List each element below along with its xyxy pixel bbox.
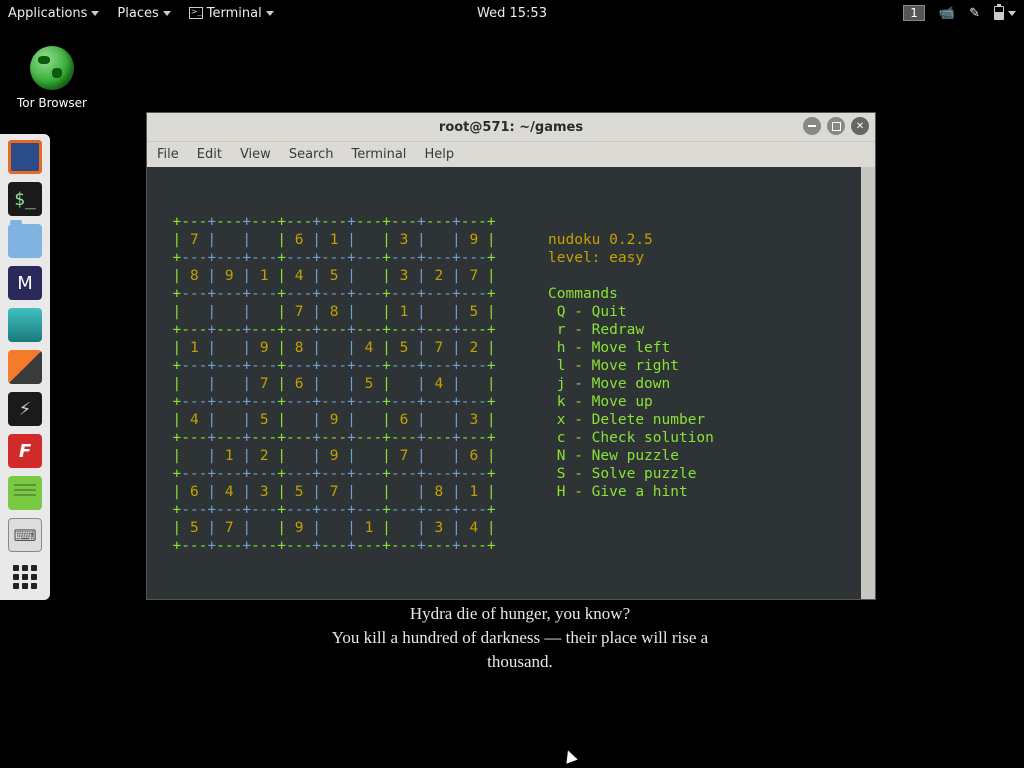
- dock: $_ M ⚡ F: [0, 134, 50, 600]
- clock[interactable]: Wed 15:53: [477, 6, 547, 21]
- clock-text: Wed 15:53: [477, 6, 547, 21]
- chevron-down-icon: [91, 11, 99, 16]
- terminal-output: +---+---+---+---+---+---+---+---+---+ | …: [147, 167, 861, 599]
- subtitle-line-1: Hydra die of hunger, you know?: [310, 602, 730, 626]
- minimize-button[interactable]: [803, 117, 821, 135]
- maximize-button[interactable]: [827, 117, 845, 135]
- menu-file[interactable]: File: [157, 147, 179, 162]
- battery-icon: [994, 6, 1004, 20]
- video-icon[interactable]: 📹: [939, 6, 955, 21]
- terminal-window: root@571: ~/games File Edit View Search …: [146, 112, 876, 600]
- applications-label: Applications: [8, 6, 87, 21]
- chevron-down-icon: [1008, 11, 1016, 16]
- scrollbar[interactable]: [861, 167, 875, 599]
- dock-app-face[interactable]: [8, 308, 42, 342]
- window-title: root@571: ~/games: [439, 120, 583, 135]
- menu-view[interactable]: View: [240, 147, 271, 162]
- workspace-indicator[interactable]: 1: [903, 5, 925, 21]
- grid-icon: [13, 565, 37, 589]
- applications-menu[interactable]: Applications: [8, 6, 99, 21]
- window-titlebar[interactable]: root@571: ~/games: [147, 113, 875, 141]
- tor-browser-icon: [30, 46, 74, 90]
- dock-firefox[interactable]: [8, 140, 42, 174]
- mouse-cursor: [562, 748, 577, 763]
- dock-keyboard[interactable]: [8, 518, 42, 552]
- dock-files[interactable]: [8, 224, 42, 258]
- subtitle-line-2: You kill a hundred of darkness — their p…: [310, 626, 730, 674]
- tor-browser-label: Tor Browser: [14, 96, 90, 110]
- close-button[interactable]: [851, 117, 869, 135]
- dock-terminal[interactable]: $_: [8, 182, 42, 216]
- menu-search[interactable]: Search: [289, 147, 334, 162]
- menu-terminal[interactable]: Terminal: [351, 147, 406, 162]
- places-menu[interactable]: Places: [117, 6, 170, 21]
- battery-menu[interactable]: [994, 6, 1016, 20]
- terminal-body[interactable]: +---+---+---+---+---+---+---+---+---+ | …: [147, 167, 875, 599]
- dock-burpsuite[interactable]: [8, 350, 42, 384]
- subtitle-overlay: Hydra die of hunger, you know? You kill …: [310, 602, 730, 674]
- desktop-icon-tor[interactable]: Tor Browser: [14, 46, 90, 110]
- dock-filezilla[interactable]: F: [8, 434, 42, 468]
- dock-show-apps[interactable]: [8, 560, 42, 594]
- terminal-label: Terminal: [207, 6, 262, 21]
- window-menubar: File Edit View Search Terminal Help: [147, 141, 875, 167]
- chevron-down-icon: [163, 11, 171, 16]
- color-picker-icon[interactable]: ✎: [969, 6, 980, 21]
- dock-notes[interactable]: [8, 476, 42, 510]
- menu-edit[interactable]: Edit: [197, 147, 222, 162]
- terminal-menu[interactable]: Terminal: [189, 6, 274, 21]
- places-label: Places: [117, 6, 158, 21]
- menu-help[interactable]: Help: [424, 147, 454, 162]
- chevron-down-icon: [266, 11, 274, 16]
- terminal-icon: [189, 7, 203, 19]
- dock-app-dark[interactable]: ⚡: [8, 392, 42, 426]
- dock-metasploit[interactable]: M: [8, 266, 42, 300]
- top-panel: Applications Places Terminal Wed 15:53 1…: [0, 0, 1024, 26]
